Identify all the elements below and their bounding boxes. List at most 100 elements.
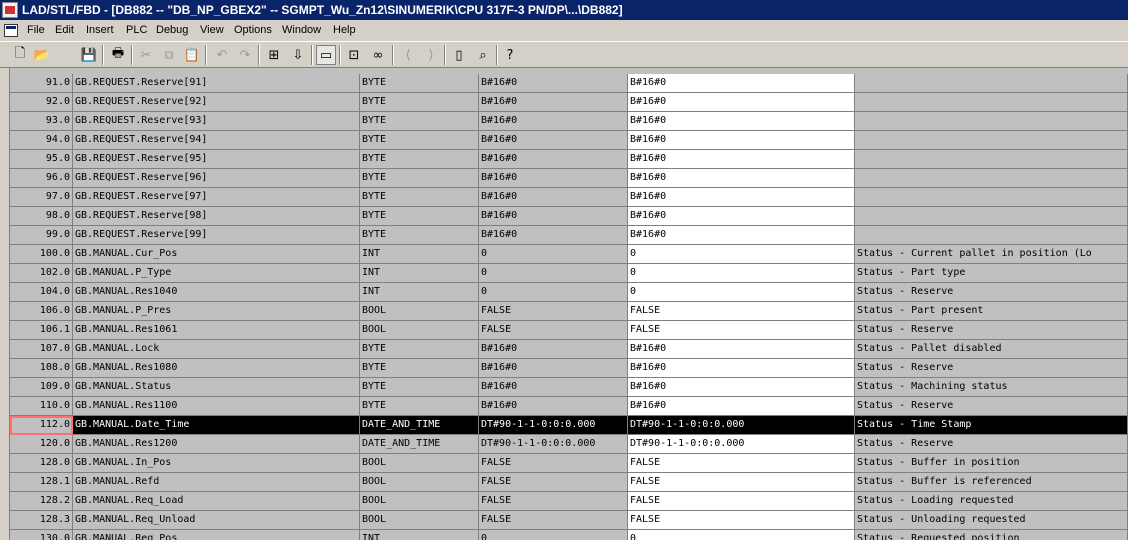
- table-row[interactable]: 94.0 GB.REQUEST.Reserve[94] BYTE B#16#0 B#16…: [10, 131, 1128, 150]
- menu-plc[interactable]: PLC: [125, 20, 148, 41]
- actual-cell[interactable]: B#16#0: [628, 378, 855, 397]
- table-row[interactable]: 104.0 GB.MANUAL.Res1040 INT 0 0 Status - Rese…: [10, 283, 1128, 302]
- actual-cell[interactable]: B#16#0: [628, 226, 855, 245]
- comment-cell[interactable]: [855, 112, 1128, 131]
- document-icon[interactable]: [4, 24, 18, 37]
- menu-window[interactable]: Window: [281, 20, 322, 41]
- network-icon[interactable]: ⊡: [344, 45, 364, 65]
- comment-cell[interactable]: Status - Part type: [855, 264, 1128, 283]
- table-row[interactable]: 107.0 GB.MANUAL.Lock BYTE B#16#0 B#16#0 Statu…: [10, 340, 1128, 359]
- table-row[interactable]: 110.0 GB.MANUAL.Res1100 BYTE B#16#0 B#16#0 St…: [10, 397, 1128, 416]
- actual-cell[interactable]: B#16#0: [628, 169, 855, 188]
- actual-cell[interactable]: FALSE: [628, 492, 855, 511]
- comment-cell[interactable]: Status - Part present: [855, 302, 1128, 321]
- comment-cell[interactable]: Status - Unloading requested: [855, 511, 1128, 530]
- comment-cell[interactable]: Status - Reserve: [855, 359, 1128, 378]
- actual-cell[interactable]: FALSE: [628, 321, 855, 340]
- table-row[interactable]: 92.0 GB.REQUEST.Reserve[92] BYTE B#16#0 B#16…: [10, 93, 1128, 112]
- zoom-icon[interactable]: ⌕: [473, 45, 493, 65]
- menu-insert[interactable]: Insert: [85, 20, 115, 41]
- table-row[interactable]: 99.0 GB.REQUEST.Reserve[99] BYTE B#16#0 B#16…: [10, 226, 1128, 245]
- next-error-icon[interactable]: ⟩: [421, 45, 441, 65]
- comment-cell[interactable]: [855, 226, 1128, 245]
- actual-cell[interactable]: B#16#0: [628, 340, 855, 359]
- cut-icon[interactable]: ✂: [136, 45, 156, 65]
- comment-cell[interactable]: [855, 169, 1128, 188]
- menu-help[interactable]: Help: [332, 20, 357, 41]
- actual-cell[interactable]: B#16#0: [628, 112, 855, 131]
- prev-error-icon[interactable]: ⟨: [398, 45, 418, 65]
- menu-debug[interactable]: Debug: [155, 20, 189, 41]
- table-row[interactable]: 108.0 GB.MANUAL.Res1080 BYTE B#16#0 B#16#0 St…: [10, 359, 1128, 378]
- table-row[interactable]: 128.2 GB.MANUAL.Req_Load BOOL FALSE FALSE Sta…: [10, 492, 1128, 511]
- comment-cell[interactable]: [855, 131, 1128, 150]
- actual-cell[interactable]: B#16#0: [628, 150, 855, 169]
- table-row[interactable]: 97.0 GB.REQUEST.Reserve[97] BYTE B#16#0 B#16…: [10, 188, 1128, 207]
- new-icon[interactable]: 🗋: [10, 45, 30, 65]
- table-row[interactable]: 98.0 GB.REQUEST.Reserve[98] BYTE B#16#0 B#16…: [10, 207, 1128, 226]
- table-row[interactable]: 106.0 GB.MANUAL.P_Pres BOOL FALSE FALSE Statu…: [10, 302, 1128, 321]
- actual-cell[interactable]: B#16#0: [628, 207, 855, 226]
- comment-cell[interactable]: Status - Pallet disabled: [855, 340, 1128, 359]
- comment-cell[interactable]: Status - Reserve: [855, 283, 1128, 302]
- actual-cell[interactable]: 0: [628, 530, 855, 540]
- actual-cell[interactable]: 0: [628, 264, 855, 283]
- open-icon[interactable]: 📂: [32, 45, 52, 65]
- menu-options[interactable]: Options: [233, 20, 273, 41]
- table-row[interactable]: 128.1 GB.MANUAL.Refd BOOL FALSE FALSE Status …: [10, 473, 1128, 492]
- help-icon[interactable]: ?: [500, 45, 520, 65]
- comment-cell[interactable]: [855, 207, 1128, 226]
- actual-cell[interactable]: DT#90-1-1-0:0:0.000: [628, 416, 855, 435]
- actual-cell[interactable]: B#16#0: [628, 131, 855, 150]
- monitor-icon[interactable]: ⊞: [264, 45, 284, 65]
- comment-cell[interactable]: Status - Requested position: [855, 530, 1128, 540]
- actual-cell[interactable]: B#16#0: [628, 397, 855, 416]
- print-icon[interactable]: 🖶: [108, 45, 128, 65]
- glasses-icon[interactable]: ∞: [368, 45, 388, 65]
- table-row[interactable]: 128.0 GB.MANUAL.In_Pos BOOL FALSE FALSE Statu…: [10, 454, 1128, 473]
- table-row[interactable]: 112.0 GB.MANUAL.Date_Time DATE_AND_TIME DT#…: [10, 416, 1128, 435]
- table-row[interactable]: 102.0 GB.MANUAL.P_Type INT 0 0 Status - Part …: [10, 264, 1128, 283]
- actual-cell[interactable]: FALSE: [628, 302, 855, 321]
- paste-icon[interactable]: 📋: [182, 45, 202, 65]
- table-row[interactable]: 100.0 GB.MANUAL.Cur_Pos INT 0 0 Status - Curr…: [10, 245, 1128, 264]
- comment-cell[interactable]: Status - Time Stamp: [855, 416, 1128, 435]
- menu-view[interactable]: View: [199, 20, 225, 41]
- comment-cell[interactable]: [855, 93, 1128, 112]
- comment-cell[interactable]: Status - Machining status: [855, 378, 1128, 397]
- actual-cell[interactable]: B#16#0: [628, 188, 855, 207]
- comment-cell[interactable]: [855, 150, 1128, 169]
- overview-icon[interactable]: ▭: [316, 45, 336, 65]
- app-icon[interactable]: [2, 2, 18, 18]
- actual-cell[interactable]: 0: [628, 245, 855, 264]
- table-row[interactable]: 130.0 GB.MANUAL.Req_Pos INT 0 0 Status - Requ…: [10, 530, 1128, 540]
- comment-cell[interactable]: Status - Buffer in position: [855, 454, 1128, 473]
- actual-cell[interactable]: FALSE: [628, 473, 855, 492]
- actual-cell[interactable]: B#16#0: [628, 93, 855, 112]
- comment-cell[interactable]: Status - Current pallet in position (Lo: [855, 245, 1128, 264]
- actual-cell[interactable]: B#16#0: [628, 74, 855, 93]
- redo-icon[interactable]: ↷: [235, 45, 255, 65]
- table-row[interactable]: 106.1 GB.MANUAL.Res1061 BOOL FALSE FALSE Stat…: [10, 321, 1128, 340]
- actual-cell[interactable]: FALSE: [628, 511, 855, 530]
- window-icon[interactable]: ▯: [449, 45, 469, 65]
- copy-icon[interactable]: ⧉: [159, 45, 179, 65]
- table-row[interactable]: 109.0 GB.MANUAL.Status BYTE B#16#0 B#16#0 Sta…: [10, 378, 1128, 397]
- actual-cell[interactable]: DT#90-1-1-0:0:0.000: [628, 435, 855, 454]
- table-row[interactable]: 93.0 GB.REQUEST.Reserve[93] BYTE B#16#0 B#16…: [10, 112, 1128, 131]
- undo-icon[interactable]: ↶: [212, 45, 232, 65]
- comment-cell[interactable]: Status - Buffer is referenced: [855, 473, 1128, 492]
- download-icon[interactable]: ⇩: [288, 45, 308, 65]
- comment-cell[interactable]: Status - Loading requested: [855, 492, 1128, 511]
- table-row[interactable]: 91.0 GB.REQUEST.Reserve[91] BYTE B#16#0 B#16…: [10, 74, 1128, 93]
- comment-cell[interactable]: [855, 74, 1128, 93]
- comment-cell[interactable]: Status - Reserve: [855, 397, 1128, 416]
- table-row[interactable]: 96.0 GB.REQUEST.Reserve[96] BYTE B#16#0 B#16…: [10, 169, 1128, 188]
- table-row[interactable]: 128.3 GB.MANUAL.Req_Unload BOOL FALSE FALSE S…: [10, 511, 1128, 530]
- table-row[interactable]: 95.0 GB.REQUEST.Reserve[95] BYTE B#16#0 B#16…: [10, 150, 1128, 169]
- menu-edit[interactable]: Edit: [54, 20, 75, 41]
- comment-cell[interactable]: [855, 188, 1128, 207]
- comment-cell[interactable]: Status - Reserve: [855, 435, 1128, 454]
- menu-file[interactable]: File: [26, 20, 46, 41]
- actual-cell[interactable]: 0: [628, 283, 855, 302]
